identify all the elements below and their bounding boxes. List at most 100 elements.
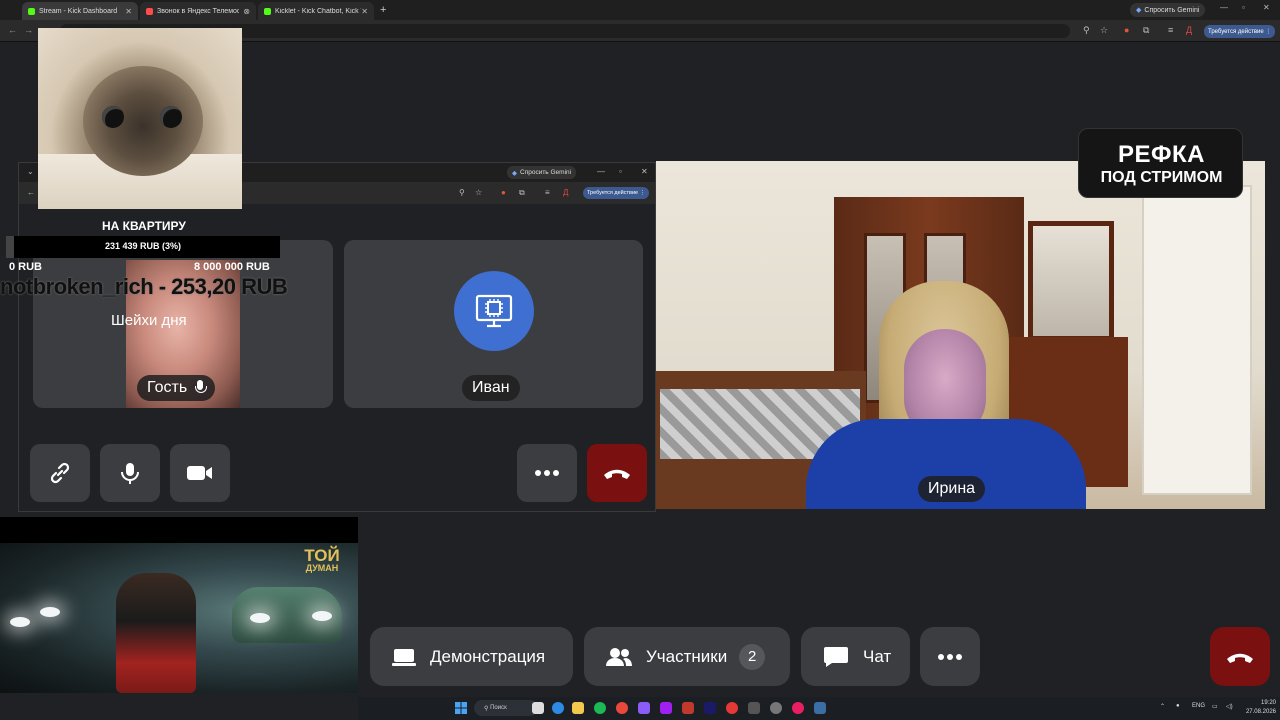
minimize-button[interactable]: — xyxy=(597,167,605,176)
hang-up-icon xyxy=(1227,653,1253,663)
tab-kick-dashboard[interactable]: Stream - Kick Dashboard ✕ xyxy=(22,2,138,20)
screen-share-icon xyxy=(392,648,416,666)
windows-taskbar: ⚲ Поиск ⌃ ● ENG ▭ ◁) 19:20 27.08.2026 xyxy=(358,697,1280,720)
pug-photo-overlay xyxy=(38,28,242,209)
media-controls-icon[interactable]: ≡ xyxy=(1168,25,1173,35)
telemost-icon xyxy=(146,7,153,15)
close-tab-icon[interactable]: ✕ xyxy=(361,7,368,16)
participant-tile-ivan[interactable]: Иван xyxy=(344,240,643,408)
app-icon[interactable] xyxy=(660,702,672,714)
close-tab-icon[interactable]: ✕ xyxy=(125,7,132,16)
extensions-puzzle-icon[interactable]: ⧉ xyxy=(519,188,525,198)
app-icon[interactable] xyxy=(748,702,760,714)
more-options-button[interactable] xyxy=(517,444,577,502)
bookmark-star-icon[interactable]: ☆ xyxy=(475,188,482,197)
back-icon[interactable]: ← xyxy=(8,25,17,35)
language-indicator[interactable]: ENG xyxy=(1192,703,1205,709)
taskbar-clock[interactable]: 19:20 27.08.2026 xyxy=(1240,699,1276,717)
back-icon[interactable]: ← xyxy=(27,188,35,197)
screen-share-button[interactable]: Демонстрация xyxy=(370,627,573,686)
microphone-icon xyxy=(121,463,139,484)
participants-count-badge: 2 xyxy=(739,643,766,670)
extension-icon[interactable]: ● xyxy=(501,188,506,197)
copy-link-button[interactable] xyxy=(30,444,90,502)
tiktok-icon[interactable] xyxy=(792,702,804,714)
volume-icon[interactable]: ◁) xyxy=(1226,703,1233,710)
profile-avatar[interactable]: Д xyxy=(1186,25,1192,35)
action-required-button[interactable]: Требуется действие ⋮ xyxy=(1204,25,1276,38)
tray-arrow-icon[interactable]: ⌃ xyxy=(1160,703,1165,710)
tab-telemost[interactable]: Звонок в Яндекс Телемос ⊗ xyxy=(140,2,256,20)
zoom-icon[interactable]: ⚲ xyxy=(1083,25,1090,36)
camera-icon xyxy=(187,466,212,480)
file-explorer-icon[interactable] xyxy=(572,702,584,714)
maximize-button[interactable]: ▫ xyxy=(1242,3,1245,12)
zoom-icon[interactable]: ⚲ xyxy=(459,188,465,197)
extensions-puzzle-icon[interactable]: ⧉ xyxy=(1143,25,1149,36)
action-required-button[interactable]: Требуется действие ⋮ xyxy=(583,187,650,199)
minimize-button[interactable]: — xyxy=(1220,3,1228,12)
camera-button[interactable] xyxy=(170,444,230,502)
gemini-icon: ◆ xyxy=(512,169,517,177)
goal-title: НА КВАРТИРУ xyxy=(102,219,186,233)
media-controls-icon[interactable]: ≡ xyxy=(545,188,550,197)
youtube-icon[interactable] xyxy=(726,702,738,714)
browser-tab-bar: Stream - Kick Dashboard ✕ Звонок в Яндек… xyxy=(0,0,1280,20)
close-window-button[interactable]: ✕ xyxy=(1263,3,1270,12)
participant-name-irina: Ирина xyxy=(918,476,986,502)
edge-icon[interactable] xyxy=(552,702,564,714)
avatar xyxy=(454,271,534,351)
close-tab-icon[interactable]: ⊗ xyxy=(243,7,250,16)
chrome-icon[interactable] xyxy=(616,702,628,714)
end-call-button[interactable] xyxy=(587,444,647,502)
kicklet-icon xyxy=(264,7,271,15)
last-donation-text: notbroken_rich - 253,20 RUB xyxy=(0,274,288,299)
telemost-call-window: ⌄ ◆ Спросить Gemini — ▫ ✕ ← ⚲ ☆ ● ⧉ ≡ Д Т… xyxy=(18,162,656,512)
microphone-tray-icon[interactable]: ● xyxy=(1176,703,1180,709)
windows-start-icon[interactable] xyxy=(455,702,467,714)
microphone-button[interactable] xyxy=(100,444,160,502)
maximize-button[interactable]: ▫ xyxy=(619,167,622,176)
gemini-button[interactable]: ◆ Спросить Gemini xyxy=(1130,3,1206,17)
profile-avatar[interactable]: Д xyxy=(563,188,568,197)
close-window-button[interactable]: ✕ xyxy=(641,167,648,176)
task-view-icon[interactable] xyxy=(532,702,544,714)
computer-chip-icon xyxy=(475,294,513,328)
tab-search-icon[interactable]: ⌄ xyxy=(27,167,34,176)
steam-icon[interactable] xyxy=(814,702,826,714)
goal-min-label: 0 RUB xyxy=(9,261,43,273)
spotify-icon[interactable] xyxy=(594,702,606,714)
participants-button[interactable]: Участники 2 xyxy=(584,627,790,686)
chat-button[interactable]: Чат xyxy=(801,627,910,686)
network-icon[interactable]: ▭ xyxy=(1212,703,1218,710)
app-icon[interactable] xyxy=(638,702,650,714)
kick-icon xyxy=(28,7,35,15)
participant-name-guest: Гость xyxy=(137,375,216,401)
goal-progress-bar: 231 439 RUB (3%) xyxy=(6,236,280,258)
app-icon[interactable] xyxy=(682,702,694,714)
goal-progress-text: 231 439 RUB (3%) xyxy=(104,241,182,251)
more-options-button[interactable] xyxy=(920,627,980,686)
chat-bubble-icon xyxy=(824,646,848,667)
inner-gemini-button[interactable]: ◆ Спросить Gemini xyxy=(507,166,577,179)
obs-icon[interactable] xyxy=(770,702,782,714)
extension-icon[interactable]: ● xyxy=(1124,25,1129,35)
participant-tile-irina[interactable]: Ирина xyxy=(656,161,1265,509)
microphone-icon xyxy=(195,380,208,396)
channel-logo: ТОЙ ДУМАН xyxy=(304,546,340,573)
participant-tile-guest[interactable]: Шейхи дня Гость xyxy=(33,240,333,408)
audition-icon[interactable] xyxy=(704,702,716,714)
new-tab-button[interactable]: + xyxy=(380,4,386,16)
stream-badge: РЕФКА ПОД СТРИМОМ xyxy=(1078,128,1243,198)
end-call-button[interactable] xyxy=(1210,627,1270,686)
forward-icon[interactable]: → xyxy=(24,25,33,35)
more-dots-icon xyxy=(535,470,559,476)
taskbar-search[interactable]: ⚲ Поиск xyxy=(474,700,538,716)
hang-up-icon xyxy=(604,469,630,479)
bookmark-star-icon[interactable]: ☆ xyxy=(1100,25,1108,36)
goal-max-label: 8 000 000 RUB xyxy=(194,261,270,273)
more-dots-icon xyxy=(938,653,962,660)
link-icon xyxy=(50,462,70,484)
tab-kicklet[interactable]: Kicklet - Kick Chatbot, Kick Wid ✕ xyxy=(258,2,374,20)
guest-video-caption: Шейхи дня xyxy=(111,312,187,329)
